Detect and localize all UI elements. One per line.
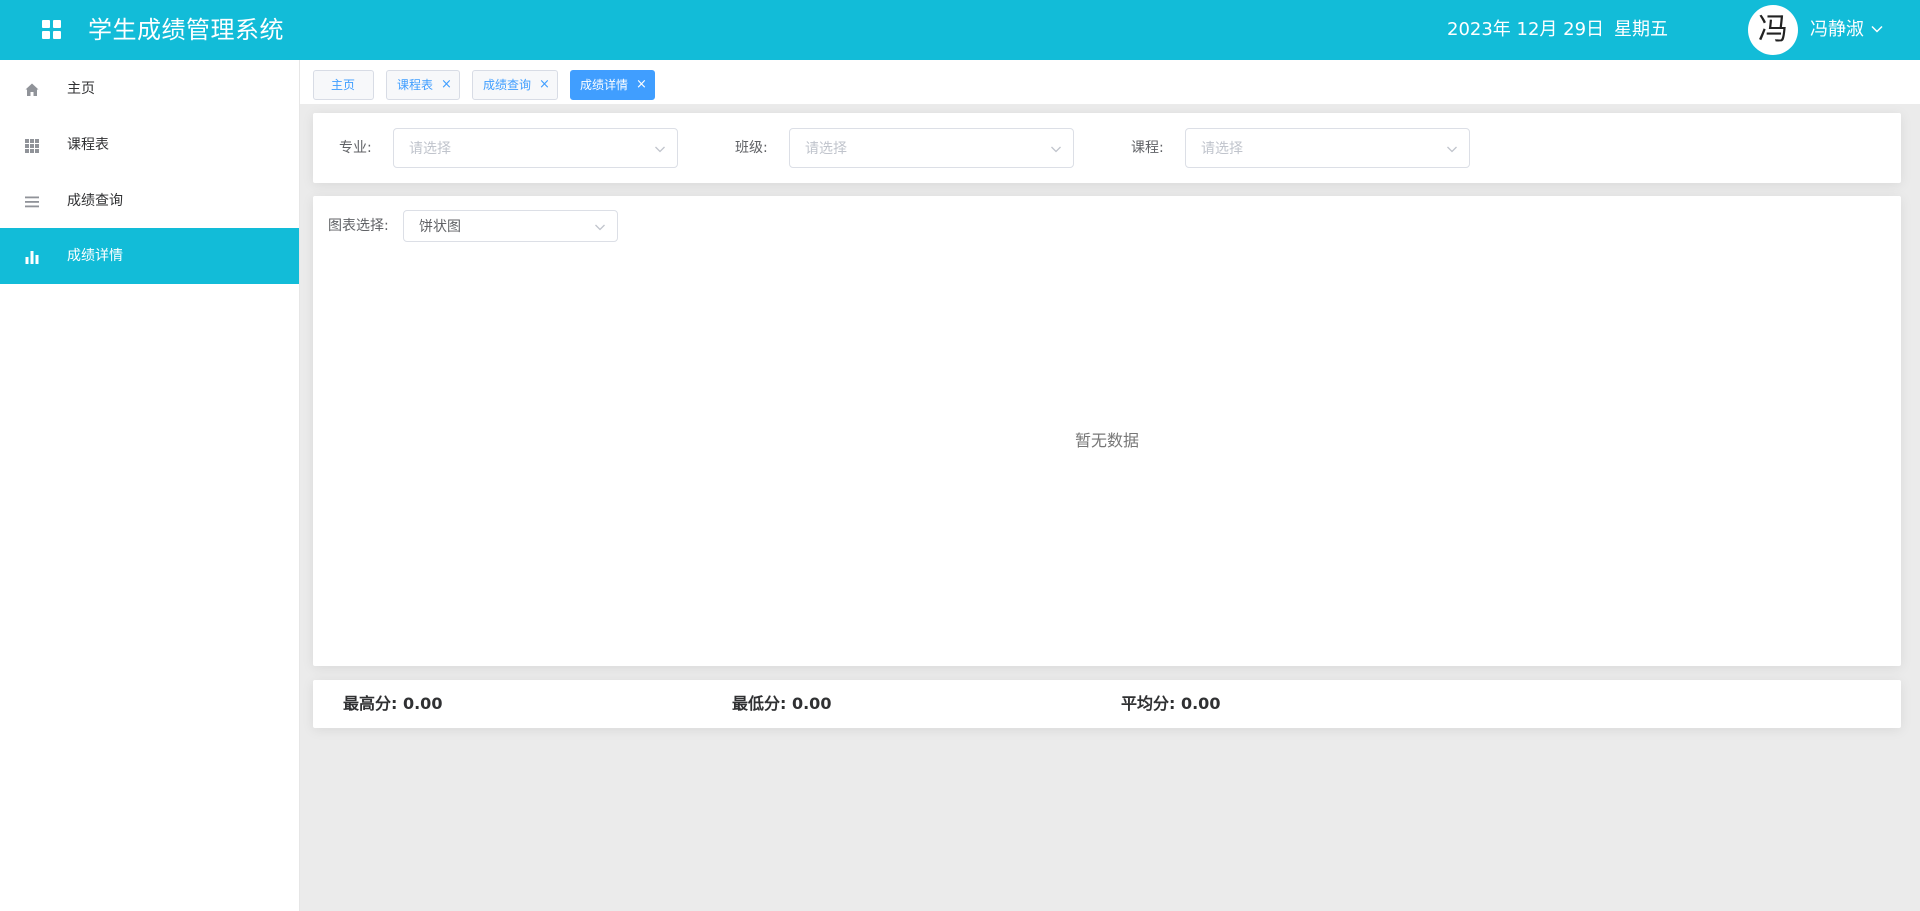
grid-icon xyxy=(25,139,39,153)
course-select[interactable]: 请选择 xyxy=(1185,128,1470,168)
apps-grid-icon[interactable] xyxy=(42,20,62,40)
class-select[interactable]: 请选择 xyxy=(789,128,1074,168)
sidebar-item-label: 主页 xyxy=(67,81,95,97)
min-score: 最低分: 0.00 xyxy=(732,694,832,713)
avg-score: 平均分: 0.00 xyxy=(1121,694,1221,713)
major-select-placeholder: 请选择 xyxy=(409,141,451,157)
major-select[interactable]: 请选择 xyxy=(393,128,678,168)
close-icon[interactable]: × xyxy=(539,71,550,99)
major-label: 专业: xyxy=(339,140,372,156)
class-label: 班级: xyxy=(735,140,768,156)
tab-label: 课程表 xyxy=(397,78,434,92)
close-icon[interactable]: × xyxy=(441,71,452,99)
list-icon xyxy=(25,196,39,208)
tab-home[interactable]: 主页 xyxy=(313,70,374,100)
bar-chart-icon xyxy=(25,251,39,264)
home-icon xyxy=(25,83,39,96)
sidebar: 主页 课程表 成绩查询 成绩详情 xyxy=(0,60,300,911)
sidebar-item-label: 成绩详情 xyxy=(67,248,123,264)
chart-type-select[interactable]: 饼状图 xyxy=(403,210,618,242)
tabs-bar: 主页 课程表 × 成绩查询 × 成绩详情 × xyxy=(300,60,1920,104)
sidebar-item-schedule[interactable]: 课程表 xyxy=(0,117,299,173)
filter-panel: 专业: 请选择 班级: 请选择 课程: 请选择 xyxy=(313,113,1901,183)
course-select-placeholder: 请选择 xyxy=(1201,141,1243,157)
chevron-down-icon xyxy=(1051,146,1061,153)
empty-state-text: 暂无数据 xyxy=(1074,431,1139,450)
sidebar-item-label: 成绩查询 xyxy=(67,193,123,209)
app-title: 学生成绩管理系统 xyxy=(88,16,284,44)
user-menu-name[interactable]: 冯静淑 xyxy=(1810,18,1864,42)
avatar[interactable]: 冯 xyxy=(1748,5,1798,55)
class-select-placeholder: 请选择 xyxy=(805,141,847,157)
chevron-down-icon xyxy=(655,146,665,153)
tab-grade-query[interactable]: 成绩查询 × xyxy=(472,70,558,100)
stats-panel: 最高分: 0.00 最低分: 0.00 平均分: 0.00 xyxy=(313,680,1901,728)
top-header: 学生成绩管理系统 2023年 12月 29日 星期五 冯 冯静淑 xyxy=(0,0,1920,60)
sidebar-item-grade-query[interactable]: 成绩查询 xyxy=(0,173,299,229)
close-icon[interactable]: × xyxy=(636,71,647,99)
chart-panel: 图表选择: 饼状图 暂无数据 xyxy=(313,196,1901,666)
sidebar-item-home[interactable]: 主页 xyxy=(0,61,299,117)
tab-grade-details[interactable]: 成绩详情 × xyxy=(570,70,655,100)
tab-label: 成绩查询 xyxy=(483,78,532,92)
tab-schedule[interactable]: 课程表 × xyxy=(386,70,460,100)
chevron-down-icon[interactable] xyxy=(1870,22,1884,36)
sidebar-item-label: 课程表 xyxy=(67,137,109,153)
chart-type-value: 饼状图 xyxy=(419,219,461,235)
max-score: 最高分: 0.00 xyxy=(343,694,443,713)
chevron-down-icon xyxy=(595,224,605,231)
sidebar-item-grade-details[interactable]: 成绩详情 xyxy=(0,228,299,284)
current-weekday: 星期五 xyxy=(1614,19,1668,40)
current-date: 2023年 12月 29日 xyxy=(1447,19,1605,40)
chart-type-label: 图表选择: xyxy=(328,218,389,234)
chevron-down-icon xyxy=(1447,146,1457,153)
course-label: 课程: xyxy=(1131,140,1164,156)
tab-label: 主页 xyxy=(331,78,356,92)
tab-label: 成绩详情 xyxy=(580,78,629,92)
